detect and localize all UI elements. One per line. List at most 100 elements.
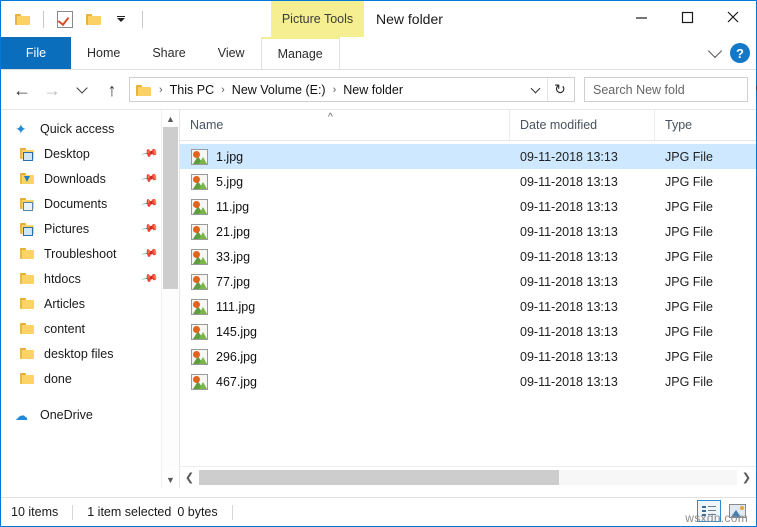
table-row[interactable]: 296.jpg 09-11-2018 13:13 JPG File — [180, 344, 756, 369]
folder-pictures-icon — [19, 221, 37, 237]
file-type: JPG File — [665, 374, 713, 389]
file-type: JPG File — [665, 299, 713, 314]
search-input[interactable] — [591, 81, 756, 98]
sidebar-item-done[interactable]: done — [1, 366, 179, 391]
table-row[interactable]: 111.jpg 09-11-2018 13:13 JPG File — [180, 294, 756, 319]
contextual-tab-group-label: Picture Tools — [271, 1, 364, 37]
file-type: JPG File — [665, 149, 713, 164]
qat-folder-button[interactable] — [11, 8, 33, 30]
breadcrumb-item-new-folder[interactable]: New folder — [340, 83, 406, 97]
sidebar-scroll-thumb[interactable] — [163, 127, 178, 289]
breadcrumb[interactable]: › This PC › New Volume (E:) › New folder… — [129, 77, 575, 102]
tab-home[interactable]: Home — [71, 37, 136, 69]
folder-icon — [19, 346, 37, 362]
file-list-pane: Name Date modified Type ^ 1.jpg 09-11-20… — [179, 110, 756, 488]
maximize-button[interactable] — [664, 1, 710, 33]
file-name: 5.jpg — [216, 174, 244, 189]
minimize-button[interactable] — [618, 1, 664, 33]
sidebar-item-troubleshoot[interactable]: Troubleshoot 📌 — [1, 241, 179, 266]
scroll-up-icon[interactable]: ▲ — [162, 110, 179, 127]
file-date: 09-11-2018 13:13 — [520, 249, 618, 264]
table-row[interactable]: 467.jpg 09-11-2018 13:13 JPG File — [180, 369, 756, 394]
sidebar-item-quick-access[interactable]: ✦ Quick access — [1, 116, 179, 141]
sidebar-item-desktop-files[interactable]: desktop files — [1, 341, 179, 366]
scroll-left-icon[interactable]: ❮ — [180, 468, 199, 488]
column-header-date-modified[interactable]: Date modified — [510, 110, 655, 140]
sidebar-item-onedrive[interactable]: ☁ OneDrive — [1, 402, 179, 427]
jpg-file-icon — [191, 323, 208, 340]
breadcrumb-chevron-down-icon[interactable] — [530, 83, 541, 93]
tab-share[interactable]: Share — [136, 37, 201, 69]
table-row[interactable]: 21.jpg 09-11-2018 13:13 JPG File — [180, 219, 756, 244]
file-date: 09-11-2018 13:13 — [520, 274, 618, 289]
sidebar-item-label: done — [44, 371, 72, 386]
table-row[interactable]: 145.jpg 09-11-2018 13:13 JPG File — [180, 319, 756, 344]
sidebar-item-articles[interactable]: Articles — [1, 291, 179, 316]
pin-icon[interactable]: 📌 — [141, 269, 160, 288]
table-row[interactable]: 5.jpg 09-11-2018 13:13 JPG File — [180, 169, 756, 194]
forward-button[interactable]: → — [39, 77, 65, 103]
pin-icon[interactable]: 📌 — [141, 169, 160, 188]
title-bar: Picture Tools New folder — [1, 1, 756, 37]
table-row[interactable]: 11.jpg 09-11-2018 13:13 JPG File — [180, 194, 756, 219]
help-icon[interactable]: ? — [730, 43, 750, 63]
column-header-name[interactable]: Name — [180, 110, 510, 140]
breadcrumb-item-this-pc[interactable]: This PC — [167, 83, 217, 97]
address-bar: ← → ↑ › This PC › New Volume (E:) › New … — [1, 70, 757, 109]
ribbon-tab-bar: File Home Share View Manage ? — [1, 37, 756, 69]
qat-new-folder-button[interactable] — [82, 8, 104, 30]
sidebar-scrollbar[interactable]: ▲ ▼ — [161, 110, 179, 488]
sidebar-item-label: OneDrive — [40, 407, 93, 422]
tab-file[interactable]: File — [1, 37, 71, 69]
jpg-file-icon — [191, 173, 208, 190]
sidebar-item-label: Troubleshoot — [44, 246, 117, 261]
sidebar-item-htdocs[interactable]: htdocs 📌 — [1, 266, 179, 291]
navigation-pane: ✦ Quick access Desktop 📌 Downloads 📌 Doc… — [1, 110, 179, 488]
breadcrumb-item-new-volume[interactable]: New Volume (E:) — [229, 83, 329, 97]
sidebar-item-label: Downloads — [44, 171, 106, 186]
tab-view[interactable]: View — [202, 37, 261, 69]
scroll-right-icon[interactable]: ❯ — [737, 468, 756, 488]
sidebar-scroll-track[interactable] — [162, 127, 179, 471]
pin-icon[interactable]: 📌 — [141, 244, 160, 263]
scroll-down-icon[interactable]: ▼ — [162, 471, 179, 488]
file-name-cell: 77.jpg — [180, 273, 510, 290]
recent-locations-button[interactable] — [69, 77, 95, 103]
jpg-file-icon — [191, 373, 208, 390]
qat-properties-button[interactable] — [54, 8, 76, 30]
breadcrumb-separator-1: › — [221, 83, 225, 96]
sidebar-item-desktop[interactable]: Desktop 📌 — [1, 141, 179, 166]
back-button[interactable]: ← — [9, 77, 35, 103]
pin-icon[interactable]: 📌 — [141, 144, 160, 163]
status-selection: 1 item selected — [87, 505, 172, 519]
file-name-cell: 296.jpg — [180, 348, 510, 365]
sidebar-item-pictures[interactable]: Pictures 📌 — [1, 216, 179, 241]
file-name: 11.jpg — [216, 199, 250, 214]
up-button[interactable]: ↑ — [99, 77, 125, 103]
expand-ribbon-icon[interactable] — [707, 43, 723, 59]
close-button[interactable] — [710, 1, 756, 33]
refresh-button[interactable]: ↻ — [547, 78, 572, 101]
folder-icon — [14, 13, 30, 25]
tab-manage[interactable]: Manage — [260, 37, 340, 69]
table-row[interactable]: 1.jpg 09-11-2018 13:13 JPG File — [180, 144, 756, 169]
sidebar-item-documents[interactable]: Documents 📌 — [1, 191, 179, 216]
sidebar-item-downloads[interactable]: Downloads 📌 — [1, 166, 179, 191]
sidebar-item-content[interactable]: content — [1, 316, 179, 341]
column-headers: Name Date modified Type ^ — [180, 110, 756, 141]
table-row[interactable]: 77.jpg 09-11-2018 13:13 JPG File — [180, 269, 756, 294]
file-name-cell: 145.jpg — [180, 323, 510, 340]
horizontal-scroll-thumb[interactable] — [199, 470, 560, 485]
column-header-type[interactable]: Type — [655, 110, 725, 140]
pin-icon[interactable]: 📌 — [141, 219, 160, 238]
pin-icon[interactable]: 📌 — [141, 194, 160, 213]
search-box[interactable] — [584, 77, 757, 102]
file-name-cell: 21.jpg — [180, 223, 510, 240]
file-date: 09-11-2018 13:13 — [520, 224, 618, 239]
table-row[interactable]: 33.jpg 09-11-2018 13:13 JPG File — [180, 244, 756, 269]
horizontal-scroll-track[interactable] — [199, 470, 737, 485]
file-rows: 1.jpg 09-11-2018 13:13 JPG File 5.jpg 09… — [180, 141, 756, 466]
sidebar-item-label: Documents — [44, 196, 108, 211]
horizontal-scrollbar[interactable]: ❮ ❯ — [180, 466, 756, 488]
qat-customize-button[interactable] — [110, 8, 132, 30]
